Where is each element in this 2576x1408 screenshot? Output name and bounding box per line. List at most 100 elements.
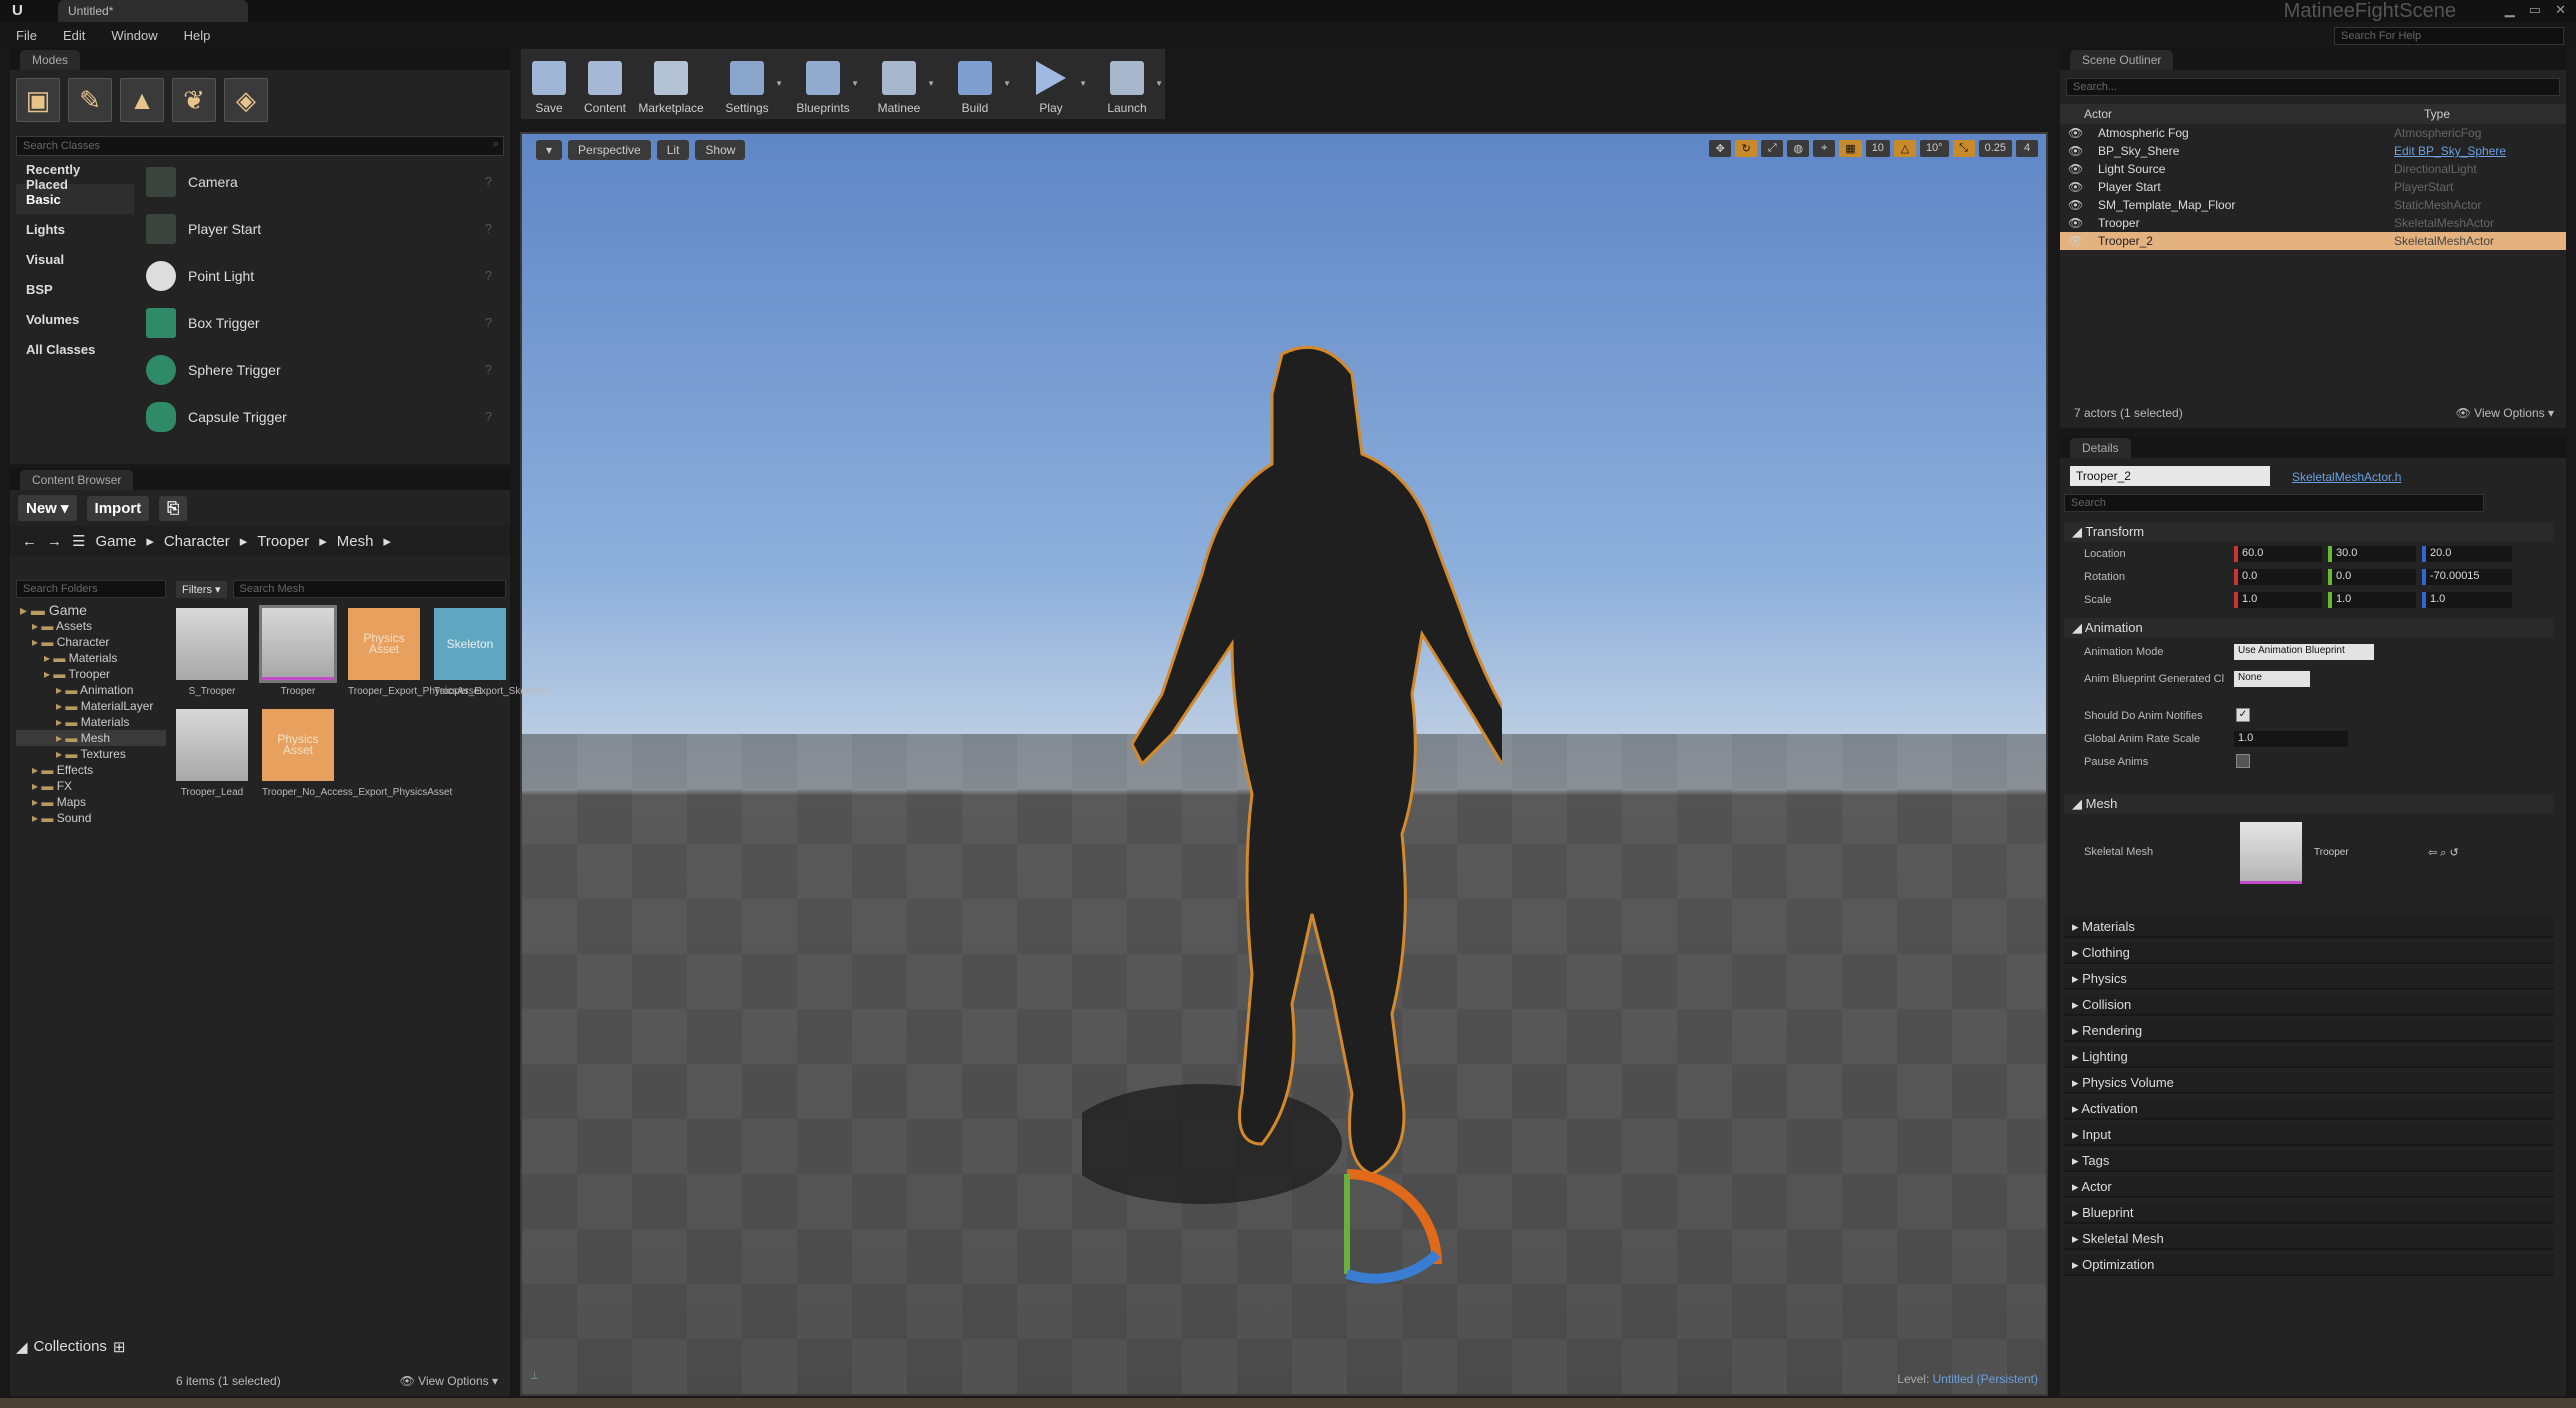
chevron-down-icon[interactable]: ▼	[851, 79, 859, 88]
location-z-field[interactable]: 20.0	[2422, 546, 2512, 562]
outliner-row[interactable]: 👁 Trooper SkeletalMeshActor	[2060, 214, 2566, 232]
build-button[interactable]: Build ▼	[937, 49, 1013, 121]
new-asset-button[interactable]: New ▾	[18, 495, 77, 521]
place-mode-icon[interactable]: ▣	[16, 78, 60, 122]
place-item-sphere-trigger[interactable]: Sphere Trigger?	[136, 346, 498, 393]
perspective-button[interactable]: Perspective	[568, 140, 651, 160]
use-selected-icon[interactable]: ⇦ ⌕ ↺	[2428, 846, 2459, 860]
category-lights[interactable]: Lights	[16, 214, 134, 244]
chevron-down-icon[interactable]: ▼	[927, 79, 935, 88]
folder-mesh[interactable]: ▸ ▬ Mesh	[16, 730, 166, 746]
folder-materials[interactable]: ▸ ▬ Materials	[16, 650, 166, 666]
help-icon[interactable]: ?	[485, 409, 492, 424]
folder-character[interactable]: ▸ ▬ Character	[16, 634, 166, 650]
rotate-gizmo-blue[interactable]	[1345, 1250, 1441, 1284]
folder-materials[interactable]: ▸ ▬ Materials	[16, 714, 166, 730]
level-viewport[interactable]: ▾ Perspective Lit Show ✥ ↻ ⤢ ◍ ⌖ ▦ 10 △ …	[520, 132, 2048, 1396]
add-collection-icon[interactable]: ⊞	[113, 1338, 126, 1356]
breadcrumb-game[interactable]: Game	[95, 533, 136, 550]
scale-x-field[interactable]: 1.0	[2234, 592, 2322, 608]
details-tab[interactable]: Details	[2070, 438, 2131, 458]
mesh-section[interactable]: ◢ Mesh	[2064, 794, 2554, 814]
selected-character-mesh[interactable]	[1082, 314, 1502, 1314]
chevron-down-icon[interactable]: ▼	[775, 79, 783, 88]
category-volumes[interactable]: Volumes	[16, 304, 134, 334]
skeletal-mesh-dropdown[interactable]: Trooper	[2310, 846, 2420, 862]
type-column-header[interactable]: Type	[2424, 107, 2450, 121]
visibility-eye-icon[interactable]: 👁	[2068, 178, 2098, 196]
scale-icon[interactable]: ⤢	[1761, 140, 1784, 157]
grid-snap-value[interactable]: 10	[1865, 140, 1890, 157]
details-section-collision[interactable]: ▸ Collision	[2064, 994, 2554, 1016]
help-icon[interactable]: ?	[485, 268, 492, 283]
modes-tab[interactable]: Modes	[20, 50, 81, 70]
help-icon[interactable]: ?	[485, 315, 492, 330]
outliner-row[interactable]: 👁 Trooper_2 SkeletalMeshActor	[2060, 232, 2566, 250]
outliner-row[interactable]: 👁 BP_Sky_Shere Edit BP_Sky_Sphere	[2060, 142, 2566, 160]
folder-trooper[interactable]: ▸ ▬ Trooper	[16, 666, 166, 682]
place-item-box-trigger[interactable]: Box Trigger?	[136, 299, 498, 346]
menu-window[interactable]: Window	[111, 28, 157, 43]
asset-tile[interactable]: Physics Asset Trooper_Export_PhysicsAsset	[348, 608, 482, 697]
viewport-menu-button[interactable]: ▾	[536, 140, 563, 160]
place-item-point-light[interactable]: Point Light?	[136, 252, 498, 299]
rotation-y-field[interactable]: 0.0	[2328, 569, 2416, 585]
anim-blueprint-dropdown[interactable]: None	[2234, 671, 2310, 687]
details-search-input[interactable]: Search	[2064, 494, 2484, 512]
visibility-eye-icon[interactable]: 👁	[2068, 124, 2098, 142]
edit-blueprint-link[interactable]: Edit BP_Sky_Sphere	[2394, 142, 2506, 160]
folder-fx[interactable]: ▸ ▬ FX	[16, 778, 166, 794]
animation-mode-dropdown[interactable]: Use Animation Blueprint	[2234, 644, 2374, 660]
outliner-search-input[interactable]: Search...	[2066, 78, 2560, 96]
folder-sound[interactable]: ▸ ▬ Sound	[16, 810, 166, 826]
landscape-mode-icon[interactable]: ▲	[120, 78, 164, 122]
visibility-eye-icon[interactable]: 👁	[2068, 232, 2098, 250]
view-options-button[interactable]: 👁 View Options ▾	[400, 1374, 498, 1388]
breadcrumb-character[interactable]: Character	[164, 533, 230, 550]
outliner-row[interactable]: 👁 Atmospheric Fog AtmosphericFog	[2060, 124, 2566, 142]
breadcrumb-trooper[interactable]: Trooper	[257, 533, 309, 550]
help-icon[interactable]: ?	[485, 221, 492, 236]
location-x-field[interactable]: 60.0	[2234, 546, 2322, 562]
surface-snap-icon[interactable]: ⌖	[1813, 140, 1836, 157]
scale-snap-value[interactable]: 0.25	[1978, 140, 2012, 157]
details-section-clothing[interactable]: ▸ Clothing	[2064, 942, 2554, 964]
rotation-label[interactable]: Rotation	[2084, 571, 2125, 583]
folder-effects[interactable]: ▸ ▬ Effects	[16, 762, 166, 778]
outliner-row[interactable]: 👁 Light Source DirectionalLight	[2060, 160, 2566, 178]
asset-tile[interactable]: S_Trooper	[176, 608, 248, 697]
visibility-eye-icon[interactable]: 👁	[2068, 142, 2098, 160]
document-tab[interactable]: Untitled*	[58, 0, 248, 22]
search-folders-input[interactable]: Search Folders	[16, 580, 166, 598]
pause-anims-checkbox[interactable]	[2236, 754, 2250, 768]
paint-mode-icon[interactable]: ✎	[68, 78, 112, 122]
visibility-eye-icon[interactable]: 👁	[2068, 160, 2098, 178]
scale-snap-icon[interactable]: ⤡	[1952, 140, 1975, 157]
forward-icon[interactable]: →	[47, 533, 62, 550]
scale-z-field[interactable]: 1.0	[2422, 592, 2512, 608]
scale-label[interactable]: Scale	[2084, 594, 2112, 606]
animation-section[interactable]: ◢ Animation	[2064, 618, 2554, 638]
place-item-capsule-trigger[interactable]: Capsule Trigger?	[136, 393, 498, 440]
details-section-actor[interactable]: ▸ Actor	[2064, 1176, 2554, 1198]
save-all-icon[interactable]: ⎘	[159, 495, 188, 521]
actor-name-field[interactable]: Trooper_2	[2070, 466, 2270, 486]
asset-tile[interactable]: Skeleton Trooper_Export_Skeleton	[434, 608, 548, 697]
visibility-eye-icon[interactable]: 👁	[2068, 214, 2098, 232]
actor-class-link[interactable]: SkeletalMeshActor.h	[2292, 470, 2401, 484]
actor-column-header[interactable]: Actor	[2084, 107, 2424, 121]
rotate-gizmo-red[interactable]	[1346, 1169, 1442, 1265]
camera-speed-value[interactable]: 4	[2016, 140, 2038, 157]
scale-y-field[interactable]: 1.0	[2328, 592, 2416, 608]
folder-game[interactable]: ▸ ▬ Game	[16, 602, 166, 618]
category-visual[interactable]: Visual	[16, 244, 134, 274]
content-browser-tab[interactable]: Content Browser	[20, 470, 134, 490]
search-mesh-input[interactable]: Search Mesh	[232, 580, 506, 598]
play-button[interactable]: Play ▼	[1013, 49, 1089, 121]
geometry-mode-icon[interactable]: ◈	[224, 78, 268, 122]
blueprints-button[interactable]: Blueprints ▼	[785, 49, 861, 121]
settings-button[interactable]: Settings ▼	[709, 49, 785, 121]
transform-section[interactable]: ◢ Transform	[2064, 522, 2554, 542]
details-section-physics-volume[interactable]: ▸ Physics Volume	[2064, 1072, 2554, 1094]
place-item-camera[interactable]: Camera?	[136, 158, 498, 205]
